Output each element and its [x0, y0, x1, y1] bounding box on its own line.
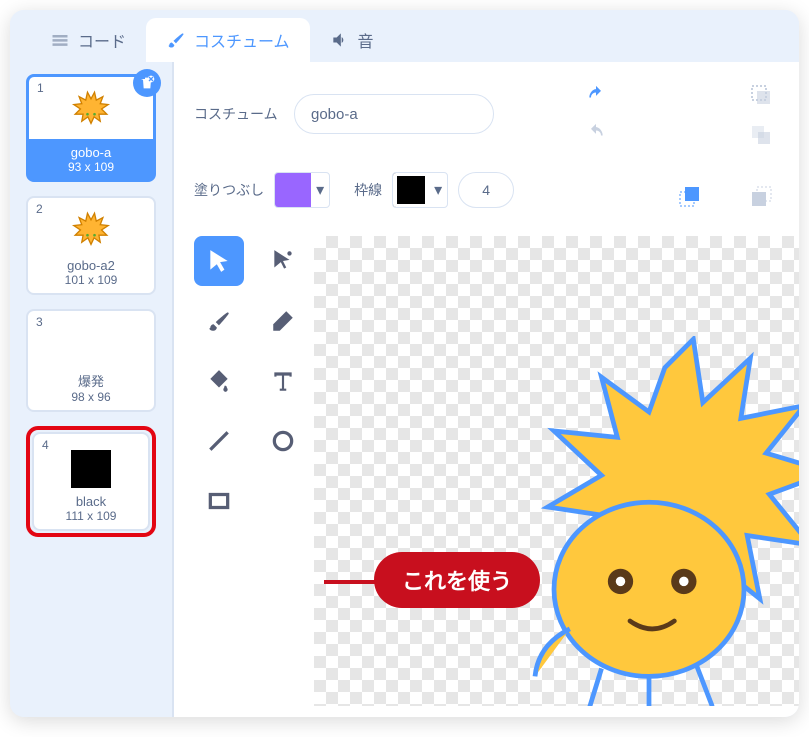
tab-code[interactable]: コード: [30, 18, 146, 62]
tab-sound-label: 音: [358, 28, 374, 52]
costume-thumb-gobo-a2[interactable]: 2 gobo-a2 101 x 109: [26, 196, 156, 295]
drawing-canvas[interactable]: [314, 236, 799, 706]
fill-tool[interactable]: [194, 356, 244, 406]
thumb-dimensions: 111 x 109: [34, 509, 148, 523]
tab-sound[interactable]: 音: [310, 18, 394, 62]
forward-icon: [677, 185, 701, 209]
ungroup-icon: [749, 123, 773, 147]
code-icon: [50, 30, 70, 50]
thumb-name: gobo-a2: [28, 258, 154, 273]
stroke-color-picker[interactable]: ▾: [392, 172, 448, 208]
brush-icon: [166, 30, 186, 50]
reshape-icon: [270, 248, 296, 274]
costume-thumb-gobo-a[interactable]: 1 gobo-a 93 x 109: [26, 74, 156, 182]
stroke-label: 枠線: [354, 180, 382, 200]
delete-costume-button[interactable]: [133, 69, 161, 97]
tab-code-label: コード: [78, 28, 126, 52]
thumb-name: gobo-a: [28, 145, 154, 160]
line-icon: [206, 428, 232, 454]
undo-icon: [583, 85, 609, 105]
sound-icon: [330, 30, 350, 50]
tab-bar: コード コスチューム 音: [10, 10, 799, 62]
annotation-highlight: 4 black 111 x 109: [26, 426, 156, 537]
stroke-width-input[interactable]: [458, 172, 514, 208]
thumb-name: black: [34, 494, 148, 509]
costume-name-input[interactable]: [294, 94, 494, 134]
fill-label: 塗りつぶし: [194, 180, 264, 200]
group-controls: [743, 80, 779, 150]
undo-button[interactable]: [578, 80, 614, 110]
thumb-index: 2: [36, 202, 43, 216]
tab-costume[interactable]: コスチューム: [146, 18, 310, 62]
tool-palette: [194, 236, 314, 706]
fill-swatch: [275, 172, 311, 208]
tab-costume-label: コスチューム: [194, 28, 290, 52]
text-tool[interactable]: [258, 356, 308, 406]
trash-icon: [139, 75, 155, 91]
circle-icon: [270, 428, 296, 454]
thumb-preview: [66, 89, 116, 135]
costume-name-label: コスチューム: [194, 105, 280, 123]
line-tool[interactable]: [194, 416, 244, 466]
redo-icon: [583, 123, 609, 143]
fill-color-picker[interactable]: ▾: [274, 172, 330, 208]
thumb-index: 3: [36, 315, 43, 329]
chevron-down-icon: ▾: [429, 180, 447, 200]
eraser-tool[interactable]: [258, 296, 308, 346]
gobo-sprite: [489, 336, 799, 706]
costume-sidebar: 1 gobo-a 93 x 109 2 gobo-a2 101 x 10: [10, 62, 172, 717]
chevron-down-icon: ▾: [311, 180, 329, 200]
group-button[interactable]: [743, 80, 779, 110]
thumb-dimensions: 101 x 109: [28, 273, 154, 287]
rect-icon: [206, 488, 232, 514]
costume-editor: コスチューム 塗りつぶし ▾ 枠線: [172, 62, 799, 717]
bring-forward-button[interactable]: [671, 182, 707, 212]
thumb-name: 爆発: [28, 371, 154, 390]
reshape-tool[interactable]: [258, 236, 308, 286]
select-tool[interactable]: [194, 236, 244, 286]
send-backward-button[interactable]: [743, 182, 779, 212]
redo-button[interactable]: [578, 118, 614, 148]
text-icon: [270, 368, 296, 394]
thumb-dimensions: 98 x 96: [28, 390, 154, 404]
backward-icon: [749, 185, 773, 209]
thumb-preview: [66, 210, 116, 256]
stroke-swatch: [393, 172, 429, 208]
costume-thumb-explosion[interactable]: 3 爆発 98 x 96: [26, 309, 156, 412]
thumb-index: 4: [42, 438, 49, 452]
thumb-index: 1: [37, 81, 44, 95]
thumb-preview: [66, 446, 116, 492]
brush-tool[interactable]: [194, 296, 244, 346]
arrow-icon: [206, 248, 232, 274]
circle-tool[interactable]: [258, 416, 308, 466]
ungroup-button[interactable]: [743, 120, 779, 150]
thumb-preview: [66, 323, 116, 369]
annotation-connector: [324, 580, 380, 584]
rect-tool[interactable]: [194, 476, 244, 526]
annotation-callout: これを使う: [374, 552, 540, 608]
eraser-icon: [270, 308, 296, 334]
bucket-icon: [206, 368, 232, 394]
thumb-dimensions: 93 x 109: [28, 160, 154, 174]
costume-thumb-black[interactable]: 4 black 111 x 109: [32, 432, 150, 531]
group-icon: [749, 83, 773, 107]
paintbrush-icon: [206, 308, 232, 334]
